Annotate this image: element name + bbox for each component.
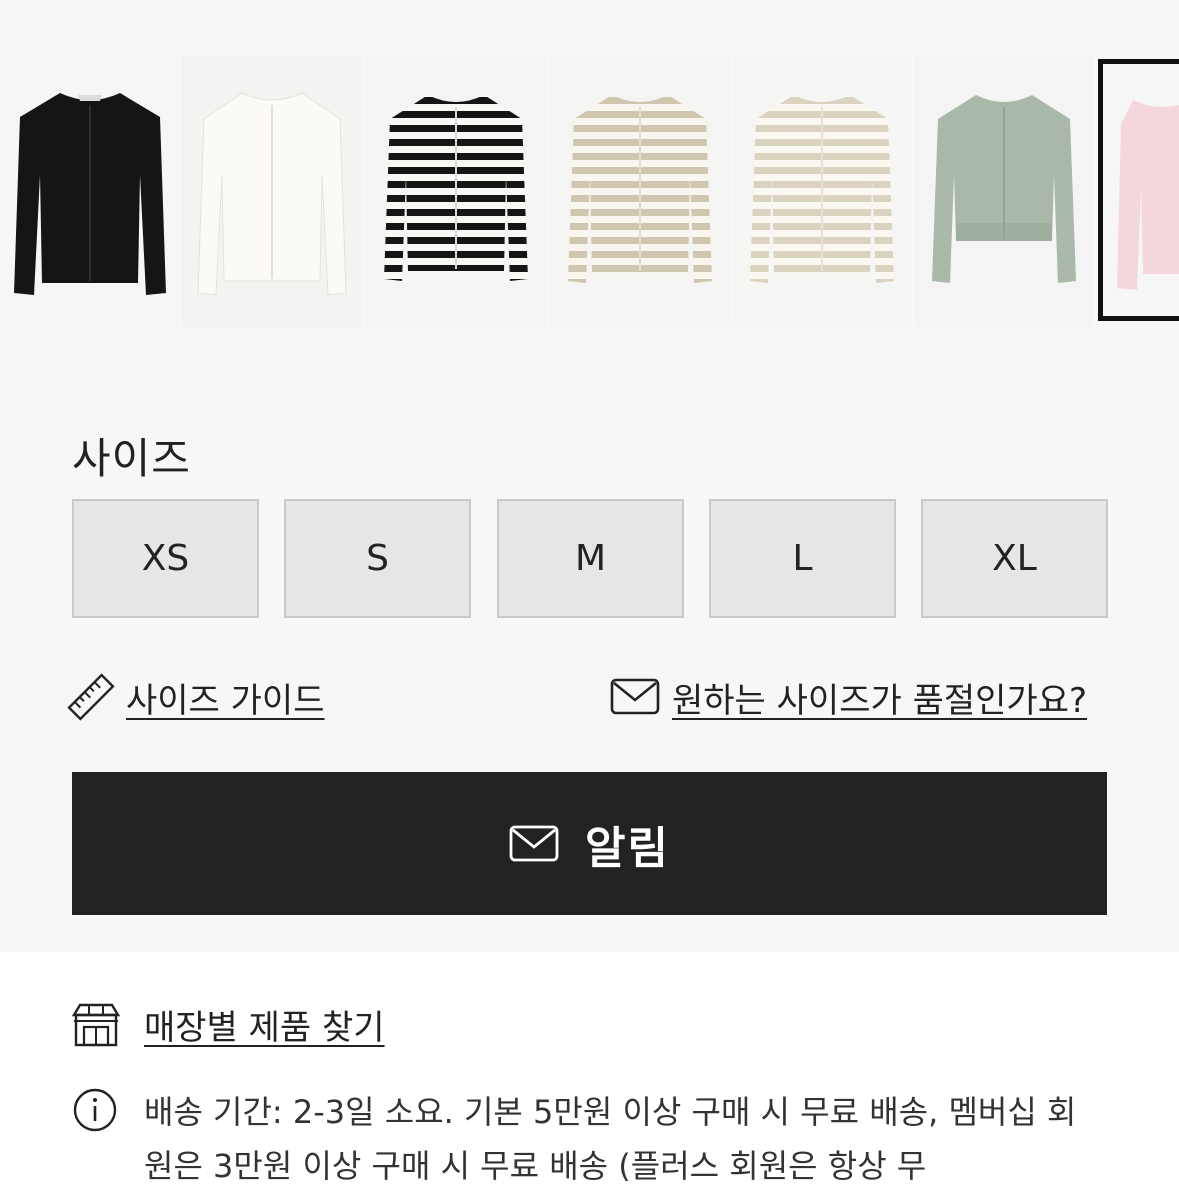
envelope-icon xyxy=(509,824,559,864)
size-button-xl[interactable]: XL xyxy=(921,499,1108,618)
size-guide-link[interactable]: 사이즈 가이드 xyxy=(66,670,325,724)
notify-button[interactable]: 알림 xyxy=(72,772,1107,915)
store-finder-label[interactable]: 매장별 제품 찾기 xyxy=(144,1000,385,1049)
size-button-l[interactable]: L xyxy=(709,499,896,618)
envelope-icon xyxy=(610,677,660,717)
swatch-cream-stripe[interactable] xyxy=(732,55,912,327)
notify-button-label: 알림 xyxy=(585,822,670,874)
sold-out-inquiry-label[interactable]: 원하는 사이즈가 품절인가요? xyxy=(672,673,1087,722)
delivery-info-text: 배송 기간: 2-3일 소요. 기본 5만원 이상 구매 시 무료 배송, 멤버… xyxy=(144,1093,1077,1185)
size-guide-label[interactable]: 사이즈 가이드 xyxy=(126,673,325,722)
size-button-xs[interactable]: XS xyxy=(72,499,259,618)
store-icon xyxy=(71,1001,121,1049)
swatch-black[interactable] xyxy=(0,55,180,327)
swatch-white[interactable] xyxy=(182,55,362,327)
size-button-m[interactable]: M xyxy=(497,499,684,618)
swatch-beige-stripe[interactable] xyxy=(550,55,730,327)
color-swatch-row xyxy=(0,55,1179,327)
swatch-sage-green[interactable] xyxy=(914,55,1094,327)
ruler-icon xyxy=(66,672,116,722)
swatch-light-pink[interactable] xyxy=(1098,59,1179,321)
sold-out-inquiry-link[interactable]: 원하는 사이즈가 품절인가요? xyxy=(610,670,1087,724)
info-icon xyxy=(72,1087,118,1133)
swatch-black-stripe[interactable] xyxy=(366,55,546,327)
store-finder-link[interactable]: 매장별 제품 찾기 xyxy=(71,1000,385,1049)
size-button-s[interactable]: S xyxy=(284,499,471,618)
size-section-title: 사이즈 xyxy=(72,434,191,483)
